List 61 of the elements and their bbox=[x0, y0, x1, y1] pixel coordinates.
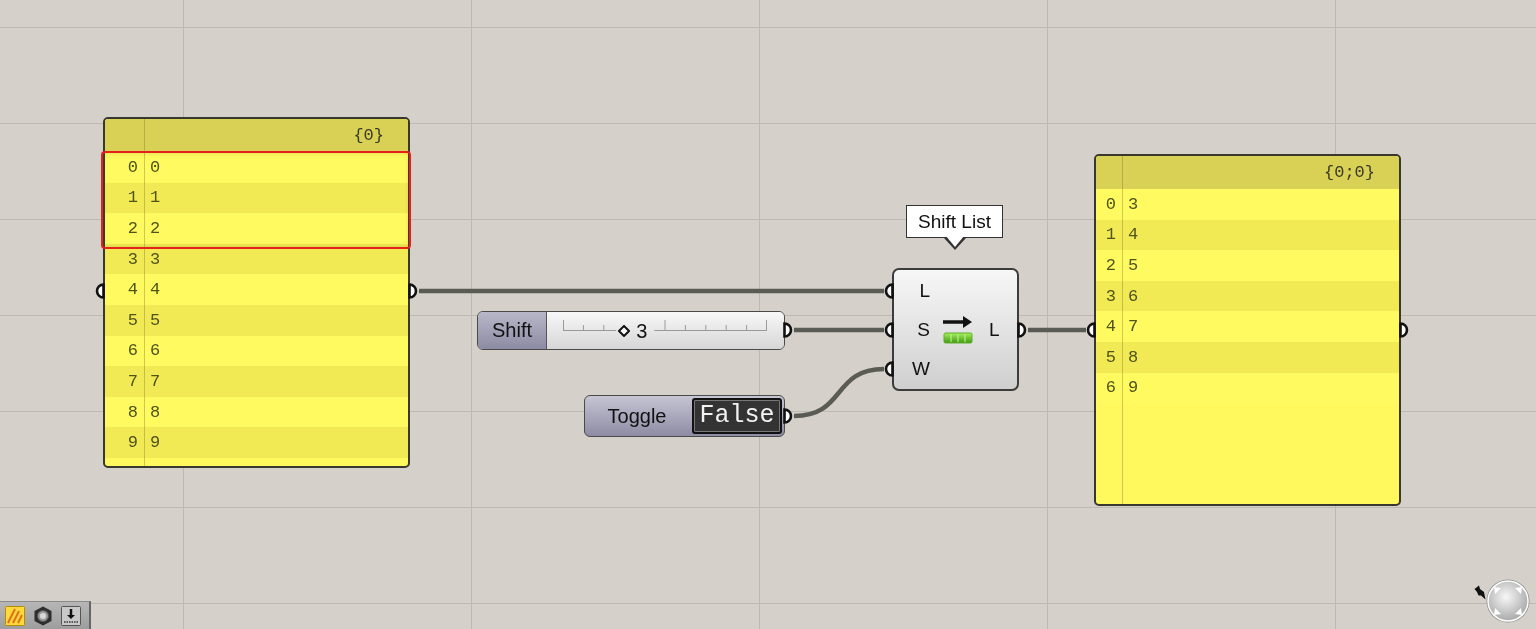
row-value: 5 bbox=[150, 310, 161, 330]
input-grip-icon[interactable] bbox=[883, 361, 893, 377]
wire bbox=[1028, 327, 1086, 333]
nut-icon[interactable] bbox=[33, 605, 53, 626]
output-grip-icon[interactable] bbox=[784, 408, 794, 424]
row-value: 7 bbox=[150, 371, 161, 391]
download-icon[interactable] bbox=[61, 605, 81, 626]
row-value: 2 bbox=[150, 219, 161, 238]
row-index: 5 bbox=[126, 310, 138, 330]
row-index: 1 bbox=[1104, 225, 1116, 245]
toggle-label: Toggle bbox=[606, 404, 668, 428]
row-index: 3 bbox=[126, 249, 138, 269]
row-index: 6 bbox=[1104, 378, 1116, 398]
row-index: 1 bbox=[126, 188, 138, 208]
branch-path: {0;0} bbox=[1324, 163, 1375, 182]
toggle-value-button[interactable]: False bbox=[692, 398, 782, 434]
input-label: S bbox=[917, 318, 930, 342]
slider-thumb-icon[interactable] bbox=[618, 324, 631, 337]
row-value: 7 bbox=[1128, 317, 1139, 337]
input-label: L bbox=[919, 279, 930, 303]
row-index: 2 bbox=[126, 219, 138, 238]
output-grip-icon[interactable] bbox=[1018, 321, 1028, 338]
row-value: 4 bbox=[1128, 225, 1139, 245]
row-value: 3 bbox=[1128, 194, 1139, 214]
row-index: 6 bbox=[126, 341, 138, 361]
row-index: 0 bbox=[1104, 194, 1116, 214]
pen-icon[interactable] bbox=[1474, 585, 1486, 600]
row-index: 3 bbox=[1104, 286, 1116, 306]
output-grip-icon[interactable] bbox=[784, 322, 794, 338]
output-label: L bbox=[989, 317, 1001, 342]
row-index: 5 bbox=[1104, 347, 1116, 367]
row-value: 5 bbox=[1128, 256, 1139, 275]
branch-path: {0} bbox=[353, 126, 384, 145]
row-value: 4 bbox=[150, 280, 161, 300]
row-value: 9 bbox=[150, 433, 161, 453]
input-label: W bbox=[912, 357, 930, 381]
row-value: 8 bbox=[1128, 347, 1139, 367]
row-value: 8 bbox=[150, 402, 161, 422]
row-value: 1 bbox=[150, 188, 161, 208]
input-grip-icon[interactable] bbox=[1085, 322, 1095, 338]
row-index: 4 bbox=[1104, 317, 1116, 337]
input-grip-icon[interactable] bbox=[94, 283, 104, 299]
row-index: 0 bbox=[126, 157, 138, 177]
tooltip: Shift List bbox=[906, 205, 1003, 251]
row-value: 3 bbox=[150, 249, 161, 269]
slider-label: Shift bbox=[478, 312, 547, 349]
row-value: 9 bbox=[1128, 378, 1139, 398]
row-index: 4 bbox=[126, 280, 138, 300]
output-grip-icon[interactable] bbox=[1400, 322, 1410, 338]
row-index: 2 bbox=[1104, 256, 1116, 275]
row-index: 8 bbox=[126, 402, 138, 422]
row-value: 6 bbox=[150, 341, 161, 361]
input-grip-icon[interactable] bbox=[883, 322, 893, 338]
row-index: 7 bbox=[126, 371, 138, 391]
striped-tile-icon[interactable] bbox=[5, 605, 25, 626]
output-grip-icon[interactable] bbox=[409, 283, 419, 299]
slider-value: 3 bbox=[636, 319, 648, 343]
row-value: 6 bbox=[1128, 286, 1139, 306]
input-grip-icon[interactable] bbox=[883, 283, 893, 299]
row-value: 0 bbox=[150, 157, 161, 177]
row-index: 9 bbox=[126, 433, 138, 453]
